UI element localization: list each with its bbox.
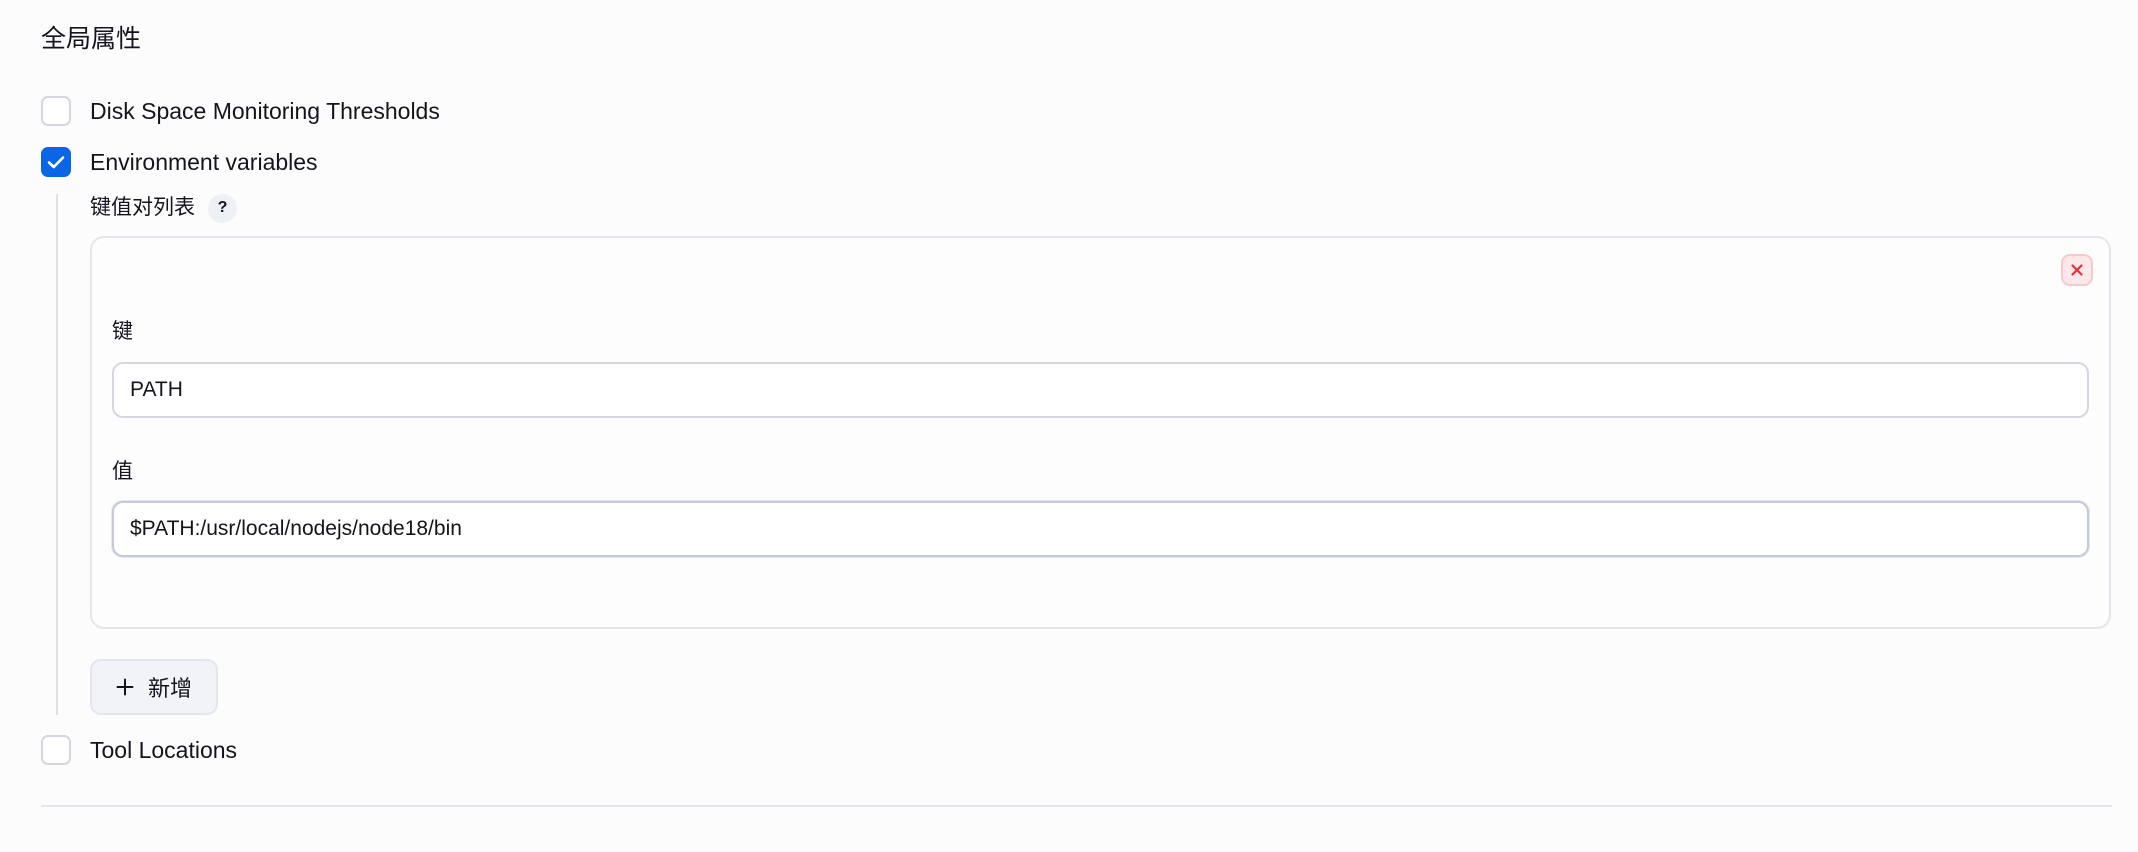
global-properties-page: 全局属性 Disk Space Monitoring Thresholds En… (0, 0, 2138, 852)
section-divider (41, 805, 2112, 807)
environment-variables-label: Environment variables (90, 149, 318, 175)
value-field-label: 值 (112, 460, 133, 483)
key-input[interactable] (112, 362, 2089, 418)
tool-locations-checkbox[interactable] (41, 735, 71, 765)
option-environment-variables[interactable]: Environment variables (41, 145, 318, 179)
tool-locations-label: Tool Locations (90, 737, 238, 763)
option-tool-locations[interactable]: Tool Locations (41, 733, 237, 767)
close-icon (2071, 264, 2083, 276)
key-value-list-label: 键值对列表 (90, 196, 195, 219)
option-disk-space[interactable]: Disk Space Monitoring Thresholds (41, 94, 440, 128)
plus-icon (116, 678, 134, 696)
key-value-list-header: 键值对列表 ? (90, 193, 237, 223)
question-icon[interactable]: ? (208, 193, 237, 223)
env-var-entry: 键 值 (90, 236, 2111, 629)
nested-section-rule (56, 194, 58, 715)
add-entry-button[interactable]: 新增 (90, 659, 218, 715)
value-input[interactable] (112, 501, 2089, 557)
check-icon (47, 156, 65, 169)
disk-space-checkbox[interactable] (41, 96, 71, 126)
environment-variables-checkbox[interactable] (41, 147, 71, 177)
disk-space-label: Disk Space Monitoring Thresholds (90, 98, 440, 124)
add-entry-label: 新增 (147, 676, 192, 701)
delete-entry-button[interactable] (2061, 254, 2093, 286)
section-title: 全局属性 (41, 25, 142, 53)
key-field-label: 键 (112, 320, 133, 343)
